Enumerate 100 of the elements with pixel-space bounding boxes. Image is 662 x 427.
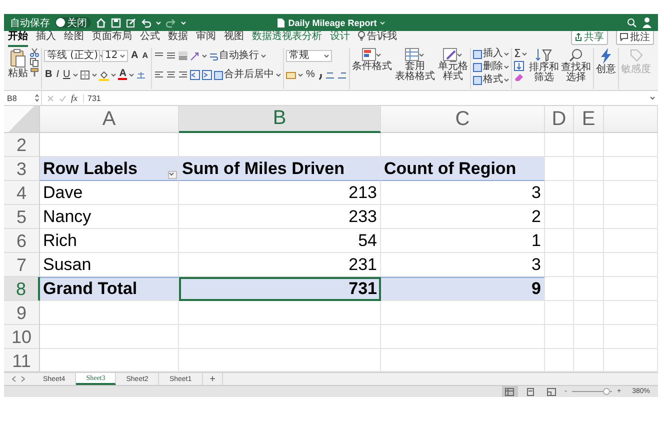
font-name-dropdown[interactable]: 等线 (正文): [44, 50, 100, 62]
save-icon[interactable]: [111, 18, 121, 28]
row-header[interactable]: 2: [4, 133, 40, 157]
eraser-icon[interactable]: [514, 72, 524, 82]
table-cell: [604, 205, 658, 229]
filter-dropdown[interactable]: [168, 171, 177, 179]
row-header[interactable]: 9: [4, 301, 40, 325]
previous-icon[interactable]: [12, 376, 16, 382]
shrink-font-button[interactable]: A: [141, 51, 150, 61]
decrease-indent-icon[interactable]: [190, 70, 200, 80]
percent-button[interactable]: %: [305, 70, 316, 80]
row-header[interactable]: 6: [4, 229, 40, 253]
format-cells-button[interactable]: 格式: [472, 74, 509, 86]
table-cell: [574, 229, 604, 253]
ribbon-tab[interactable]: 公式: [140, 29, 160, 47]
name-box[interactable]: B8: [7, 91, 42, 105]
format-painter-icon[interactable]: [30, 68, 39, 77]
copy-icon[interactable]: [30, 58, 39, 67]
table-cell: 3: [532, 254, 541, 274]
search-icon: [568, 48, 583, 62]
align-right-icon[interactable]: [178, 70, 188, 80]
formula-field[interactable]: 731: [82, 94, 645, 102]
row-header[interactable]: 4: [4, 181, 40, 205]
paste-button[interactable]: 粘贴: [8, 48, 28, 79]
column-header[interactable]: C: [381, 106, 545, 133]
normal-view-button[interactable]: [502, 386, 518, 397]
column-header[interactable]: B: [179, 106, 381, 133]
find-select-button[interactable]: 查找和 选择: [560, 48, 591, 83]
sort-filter-button[interactable]: 排序和 筛选: [528, 48, 559, 83]
row-header[interactable]: 7: [4, 253, 40, 277]
italic-button[interactable]: I: [55, 70, 60, 80]
row-header[interactable]: 10: [4, 325, 40, 349]
search-icon[interactable]: [627, 18, 637, 28]
insert-function-button[interactable]: fx: [71, 93, 78, 103]
underline-button[interactable]: U: [62, 70, 72, 80]
ribbon-tab[interactable]: 页面布局: [92, 29, 132, 47]
undo-icon[interactable]: [141, 18, 151, 28]
row-header[interactable]: 8: [4, 277, 40, 301]
align-left-icon[interactable]: [154, 70, 164, 80]
column-header[interactable]: E: [574, 106, 604, 133]
font-color-button[interactable]: A: [118, 70, 128, 80]
fill-icon[interactable]: [514, 61, 524, 71]
next-icon[interactable]: [21, 376, 25, 382]
check-icon[interactable]: [59, 94, 66, 102]
ribbon-tab[interactable]: 绘图: [64, 29, 84, 47]
column-header[interactable]: A: [40, 106, 179, 133]
conditional-formatting-button[interactable]: 条件格式: [352, 48, 392, 72]
row-header[interactable]: 11: [4, 349, 40, 372]
total-cell: 9: [532, 279, 541, 299]
cell-styles-button[interactable]: 单元格 样式: [438, 48, 468, 82]
tell-me-search[interactable]: 告诉我: [358, 29, 397, 47]
home-icon[interactable]: [96, 18, 106, 28]
table-cell: 233: [348, 206, 377, 226]
row-header[interactable]: 3: [4, 157, 40, 181]
fill-color-icon[interactable]: [99, 70, 110, 80]
table-cell: 3: [532, 182, 541, 202]
table-cell: [574, 277, 604, 301]
scissors-icon[interactable]: [30, 48, 39, 57]
currency-icon[interactable]: [286, 70, 296, 80]
number-format-dropdown[interactable]: 常规: [286, 50, 332, 62]
edit-icon[interactable]: [126, 18, 136, 28]
decrease-decimal-icon[interactable]: [336, 70, 347, 80]
table-cell: 1: [532, 230, 541, 250]
ribbon-tab[interactable]: 数据透视表分析: [252, 29, 322, 47]
row-header[interactable]: 5: [4, 205, 40, 229]
format-as-table-button[interactable]: 套用 表格格式: [394, 48, 435, 82]
ribbon-tab[interactable]: 设计: [330, 29, 350, 47]
table-cell: [604, 157, 658, 181]
ribbon-tab[interactable]: 视图: [224, 29, 244, 47]
align-middle-icon[interactable]: [166, 51, 176, 61]
insert-cells-button[interactable]: 插入: [472, 48, 509, 60]
person-icon[interactable]: [642, 17, 652, 28]
align-center-icon[interactable]: [166, 70, 176, 80]
delete-cells-button[interactable]: 删除: [472, 61, 509, 73]
slider-thumb[interactable]: [603, 388, 610, 395]
table-cell: [545, 133, 574, 157]
grow-font-button[interactable]: A: [130, 51, 140, 61]
autosave-toggle[interactable]: 关闭: [55, 17, 91, 28]
autosum-button[interactable]: Σ: [514, 48, 527, 60]
align-bottom-icon[interactable]: [178, 51, 188, 61]
orientation-icon[interactable]: [190, 51, 200, 61]
increase-indent-icon[interactable]: [202, 70, 212, 80]
table-cell: 2: [532, 206, 541, 226]
border-icon[interactable]: [80, 70, 90, 80]
ribbon-tab[interactable]: 数据: [168, 29, 188, 47]
merge-center-button[interactable]: 合并后居中: [214, 69, 274, 81]
ribbon-tab[interactable]: 审阅: [196, 29, 216, 47]
table-cell: [604, 301, 658, 325]
column-header[interactable]: D: [545, 106, 574, 133]
wrap-text-button[interactable]: 自动换行: [209, 50, 260, 62]
bold-button[interactable]: B: [44, 70, 54, 80]
lightning-icon: [600, 48, 612, 64]
ribbon-tab[interactable]: 插入: [36, 29, 56, 47]
increase-decimal-icon[interactable]: [324, 70, 335, 80]
table-cell: Dave: [43, 182, 83, 202]
ideas-button[interactable]: 创意: [596, 48, 616, 75]
phonetic-guide-icon[interactable]: [136, 70, 146, 80]
table-cell: Rich: [43, 230, 78, 250]
font-size-dropdown[interactable]: 12: [102, 50, 128, 62]
redo-icon[interactable]: [166, 18, 176, 28]
